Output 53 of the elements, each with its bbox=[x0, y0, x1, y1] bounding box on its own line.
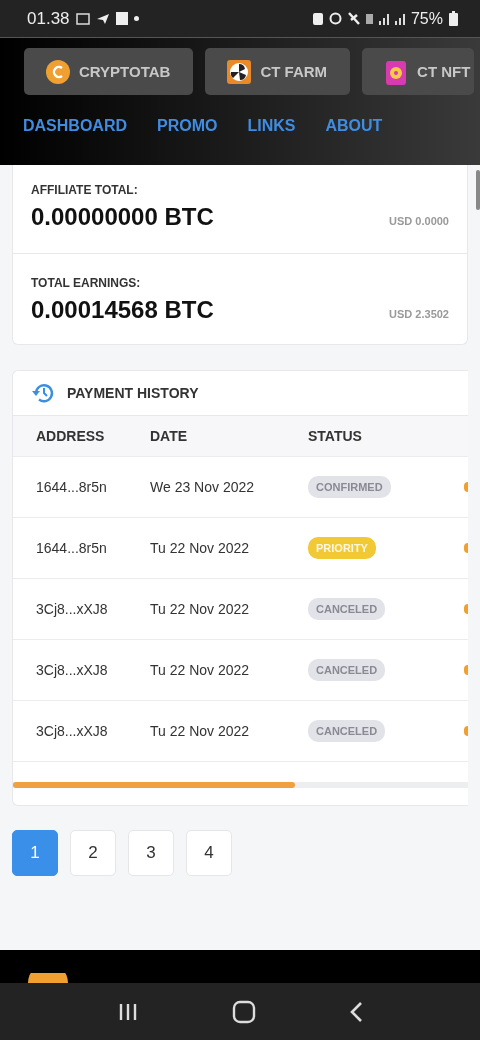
column-header: STATUS bbox=[308, 428, 363, 444]
history-icon bbox=[31, 381, 55, 405]
total-value: 0.00000000 BTC bbox=[31, 203, 214, 231]
battery-icon bbox=[449, 11, 458, 26]
table-cell-text: Tu 22 Nov 2022 bbox=[150, 540, 251, 556]
table-cell-text: Tu 22 Nov 2022 bbox=[150, 601, 251, 617]
send-icon bbox=[95, 12, 110, 25]
table-cell-text: 1644...8r5n bbox=[36, 540, 108, 556]
card-title: PAYMENT HISTORY bbox=[67, 385, 199, 401]
table-cell-text: 3Cj8...xXJ8 bbox=[36, 723, 109, 739]
home-icon[interactable] bbox=[232, 999, 256, 1024]
table-cell-text: 3Cj8...xXJ8 bbox=[36, 601, 109, 617]
page-scrollbar bbox=[476, 170, 480, 210]
fan-icon bbox=[227, 59, 252, 84]
usd-value: USD 2.3502 bbox=[389, 308, 449, 322]
page-button[interactable]: 2 bbox=[70, 830, 116, 876]
nft-card-icon bbox=[384, 58, 409, 85]
status-badge: CANCELED bbox=[308, 720, 386, 742]
mute-icon bbox=[347, 12, 360, 25]
table-cell-text: 1644...8r5n bbox=[36, 479, 108, 495]
column-header: ADDRESS bbox=[36, 428, 106, 444]
status-badge: CANCELED bbox=[308, 659, 386, 681]
total-value: 0.00014568 BTC bbox=[31, 296, 214, 324]
page-button[interactable]: 3 bbox=[128, 830, 174, 876]
nav-link[interactable]: DASHBOARD bbox=[23, 117, 127, 135]
table-cell-text: We 23 Nov 2022 bbox=[150, 479, 256, 495]
total-label: AFFILIATE TOTAL: bbox=[31, 183, 139, 197]
page-button[interactable]: 1 bbox=[12, 830, 58, 876]
back-icon[interactable] bbox=[348, 1000, 364, 1023]
usd-value: USD 0.0000 bbox=[389, 215, 449, 229]
nav-link[interactable]: ABOUT bbox=[325, 117, 383, 135]
coin-icon bbox=[46, 59, 70, 84]
status-time: 01.38 bbox=[27, 8, 70, 29]
column-header: DATE bbox=[150, 428, 189, 444]
total-label: TOTAL EARNINGS: bbox=[31, 276, 142, 290]
table-cell-text: 3Cj8...xXJ8 bbox=[36, 662, 109, 678]
app-tab[interactable]: CT NFT bbox=[362, 48, 475, 95]
app-tab[interactable]: CT FARM bbox=[205, 48, 351, 95]
signal-icon bbox=[394, 12, 405, 25]
status-badge: CONFIRMED bbox=[308, 476, 391, 498]
status-badge: PRIORITY bbox=[308, 537, 376, 559]
coin-logo bbox=[26, 973, 70, 983]
screenshot-icon bbox=[75, 12, 90, 25]
table-cell-text: Tu 22 Nov 2022 bbox=[150, 662, 251, 678]
table-cell-text: Tu 22 Nov 2022 bbox=[150, 723, 251, 739]
status-badge: CANCELED bbox=[308, 598, 386, 620]
app-tab[interactable]: CRYPTOTAB bbox=[24, 48, 194, 95]
nav-link[interactable]: PROMO bbox=[157, 117, 218, 135]
page-button[interactable]: 4 bbox=[186, 830, 232, 876]
nav-link[interactable]: LINKS bbox=[247, 117, 296, 135]
dot-icon bbox=[133, 16, 139, 21]
signal-icon bbox=[378, 12, 389, 25]
battery-percent: 75% bbox=[410, 9, 443, 28]
